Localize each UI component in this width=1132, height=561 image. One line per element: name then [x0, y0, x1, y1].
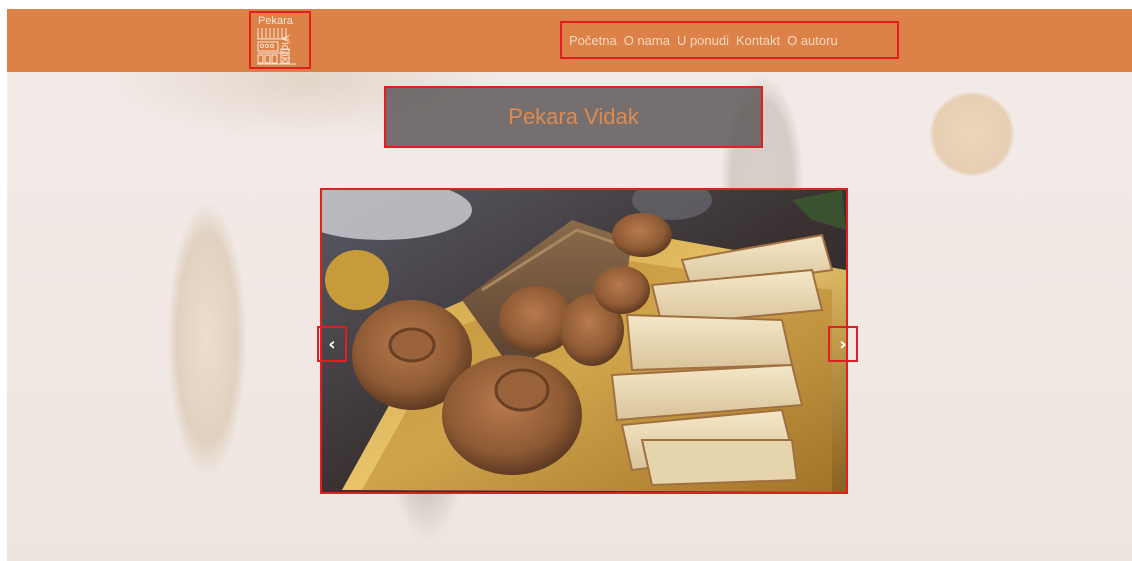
carousel-next-button[interactable]: ›: [828, 326, 858, 362]
nav-link-u-ponudi[interactable]: U ponudi: [677, 33, 729, 48]
bakery-storefront-icon: [257, 28, 296, 65]
hero-title-box: Pekara Vidak: [384, 86, 763, 148]
page-background: Pekara Vidak Početna O nama U ponudi Kon…: [7, 9, 1132, 561]
image-carousel[interactable]: [320, 188, 848, 494]
page-title: Pekara Vidak: [508, 104, 639, 129]
site-logo[interactable]: Pekara Vidak: [249, 11, 311, 69]
carousel-prev-button[interactable]: ‹: [317, 326, 347, 362]
nav-link-o-nama[interactable]: O nama: [624, 33, 670, 48]
nav-link-pocetna[interactable]: Početna: [569, 33, 617, 48]
bread-platter-photo: [322, 190, 846, 492]
nav-link-o-autoru[interactable]: O autoru: [787, 33, 838, 48]
top-navbar: Pekara Vidak Početna O nama U ponudi Kon…: [7, 9, 1132, 72]
main-navigation: Početna O nama U ponudi Kontakt O autoru: [560, 21, 899, 59]
logo-word-pekara: Pekara: [258, 15, 293, 27]
nav-link-kontakt[interactable]: Kontakt: [736, 33, 780, 48]
